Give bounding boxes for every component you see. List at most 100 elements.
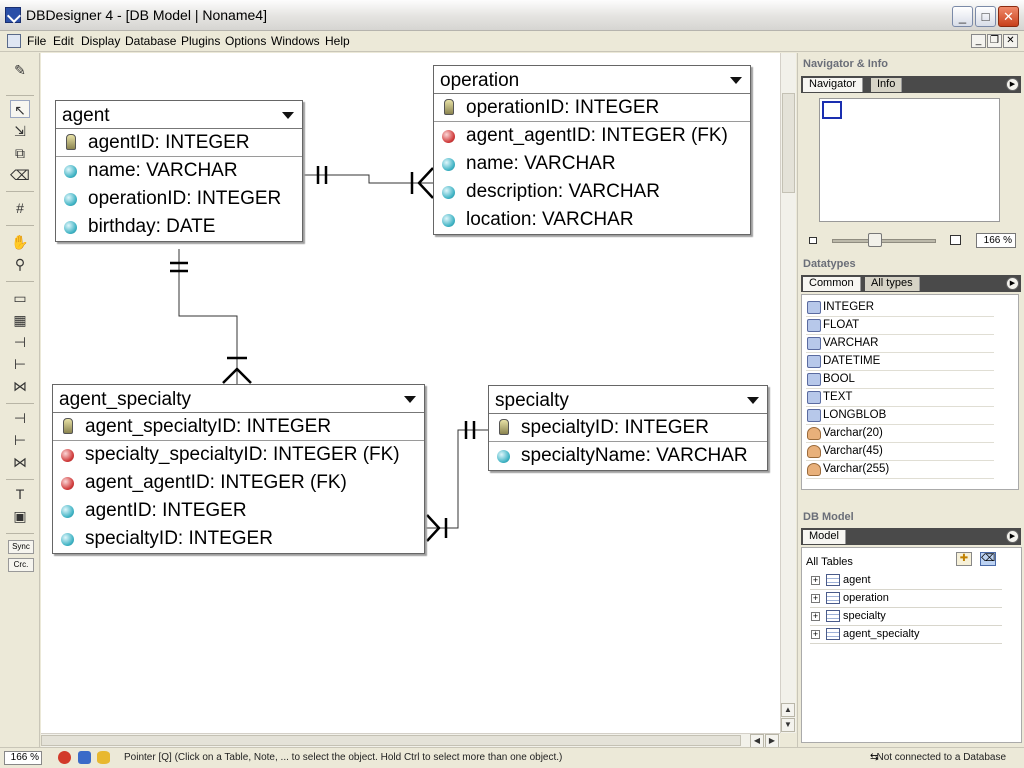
scroll-right-arrow-icon[interactable]: ▶ xyxy=(765,734,779,748)
column-row[interactable]: agent_agentID: INTEGER (FK) xyxy=(53,469,424,497)
app-icon[interactable] xyxy=(5,7,21,23)
dropdown-arrow-icon[interactable] xyxy=(730,77,742,84)
datatype-item[interactable]: VARCHAR xyxy=(806,335,994,353)
relation-nm-tool-icon[interactable]: ⋈ xyxy=(10,377,30,395)
relation-a-tool-icon[interactable]: ⊣ xyxy=(10,409,30,427)
datatype-item[interactable]: Varchar(255) xyxy=(806,461,994,479)
stop-icon[interactable] xyxy=(58,751,71,764)
table-agent-specialty[interactable]: agent_specialty agent_specialtyID: INTEG… xyxy=(52,384,425,554)
column-row[interactable]: name: VARCHAR xyxy=(56,157,302,185)
datatype-item[interactable]: LONGBLOB xyxy=(806,407,994,425)
tab-info[interactable]: Info xyxy=(871,78,903,92)
zoom-slider-track[interactable] xyxy=(832,239,936,243)
save-icon[interactable] xyxy=(78,751,91,764)
tab-all-types[interactable]: All types xyxy=(865,277,920,291)
zoom-slider-handle[interactable] xyxy=(868,233,882,247)
navigator-viewport[interactable] xyxy=(822,101,842,119)
pointer-tool-icon[interactable]: ↖ xyxy=(10,100,30,118)
new-table-tool-icon[interactable]: ▭ xyxy=(10,289,30,307)
column-row[interactable]: description: VARCHAR xyxy=(434,178,750,206)
tree-item-agent-specialty[interactable]: + agent_specialty xyxy=(810,626,1002,644)
wand-icon[interactable]: ✎ xyxy=(10,61,30,79)
expand-icon[interactable]: + xyxy=(811,630,820,639)
table-tool-icon[interactable]: ▦ xyxy=(10,311,30,329)
zoom-field[interactable]: 166 % xyxy=(976,233,1016,248)
column-row[interactable]: specialty_specialtyID: INTEGER (FK) xyxy=(53,441,424,469)
dropdown-arrow-icon[interactable] xyxy=(282,112,294,119)
datatype-item[interactable]: DATETIME xyxy=(806,353,994,371)
column-row[interactable]: specialtyName: VARCHAR xyxy=(489,442,767,470)
menu-edit[interactable]: Edit xyxy=(53,34,74,48)
relation-1n-tool-icon[interactable]: ⊣ xyxy=(10,333,30,351)
mdi-minimize-button[interactable]: _ xyxy=(971,34,986,48)
menu-display[interactable]: Display xyxy=(81,34,120,48)
menu-options[interactable]: Options xyxy=(225,34,266,48)
relation-c-tool-icon[interactable]: ⋈ xyxy=(10,453,30,471)
zoom-tool-icon[interactable]: ⚲ xyxy=(10,255,30,273)
table-header[interactable]: agent_specialty xyxy=(53,385,424,413)
resize-tool-icon[interactable]: ⧉ xyxy=(10,144,30,162)
column-row[interactable]: birthday: DATE xyxy=(56,213,302,241)
relation-b-tool-icon[interactable]: ⊢ xyxy=(10,431,30,449)
eraser-tool-icon[interactable]: ⌫ xyxy=(10,166,30,184)
move-tool-icon[interactable]: ⇲ xyxy=(10,122,30,140)
database-icon[interactable] xyxy=(97,751,110,764)
column-row[interactable]: agent_agentID: INTEGER (FK) xyxy=(434,122,750,150)
maximize-button[interactable]: □ xyxy=(975,6,996,27)
datatype-item[interactable]: INTEGER xyxy=(806,299,994,317)
menu-plugins[interactable]: Plugins xyxy=(181,34,220,48)
table-header[interactable]: specialty xyxy=(489,386,767,414)
column-row[interactable]: operationID: INTEGER xyxy=(434,94,750,122)
column-row[interactable]: specialtyID: INTEGER xyxy=(489,414,767,442)
table-header[interactable]: agent xyxy=(56,101,302,129)
mdi-restore-button[interactable]: ❐ xyxy=(987,34,1002,48)
tab-model[interactable]: Model xyxy=(803,530,846,544)
scroll-down-arrow-icon[interactable]: ▼ xyxy=(781,718,795,732)
minimize-button[interactable]: _ xyxy=(952,6,973,27)
datatype-item[interactable]: TEXT xyxy=(806,389,994,407)
table-specialty[interactable]: specialty specialtyID: INTEGER specialty… xyxy=(488,385,768,471)
expand-icon[interactable]: + xyxy=(811,594,820,603)
new-table-icon[interactable]: ✚ xyxy=(956,552,972,566)
menu-windows[interactable]: Windows xyxy=(271,34,320,48)
column-row[interactable]: specialtyID: INTEGER xyxy=(53,525,424,553)
document-icon[interactable] xyxy=(7,34,21,48)
note-tool-icon[interactable]: T xyxy=(10,485,30,503)
menu-file[interactable]: File xyxy=(27,34,46,48)
menu-database[interactable]: Database xyxy=(125,34,176,48)
horizontal-scroll-thumb[interactable] xyxy=(41,735,741,746)
datatype-item[interactable]: FLOAT xyxy=(806,317,994,335)
expand-icon[interactable]: + xyxy=(811,576,820,585)
menu-help[interactable]: Help xyxy=(325,34,350,48)
vertical-scroll-thumb[interactable] xyxy=(782,93,795,193)
table-agent[interactable]: agent agentID: INTEGER name: VARCHAR ope… xyxy=(55,100,303,242)
datatype-item[interactable]: BOOL xyxy=(806,371,994,389)
datatype-item[interactable]: Varchar(20) xyxy=(806,425,994,443)
navigator-preview[interactable] xyxy=(819,98,1000,222)
dropdown-arrow-icon[interactable] xyxy=(404,396,416,403)
tree-item-agent[interactable]: + agent xyxy=(810,572,1002,590)
mdi-close-button[interactable]: ✕ xyxy=(1003,34,1018,48)
model-canvas[interactable]: agent agentID: INTEGER name: VARCHAR ope… xyxy=(41,53,780,733)
vertical-scrollbar[interactable]: ▲ ▼ xyxy=(780,53,796,733)
close-button[interactable]: ✕ xyxy=(998,6,1019,27)
tab-scroll-arrow-icon[interactable]: ▶ xyxy=(1006,277,1019,290)
status-zoom[interactable]: 166 % xyxy=(4,751,42,765)
column-row[interactable]: agentID: INTEGER xyxy=(53,497,424,525)
scroll-up-arrow-icon[interactable]: ▲ xyxy=(781,703,795,717)
column-row[interactable]: agent_specialtyID: INTEGER xyxy=(53,413,424,441)
tab-navigator[interactable]: Navigator xyxy=(803,78,864,92)
expand-icon[interactable]: + xyxy=(811,612,820,621)
column-row[interactable]: agentID: INTEGER xyxy=(56,129,302,157)
grid-tool-icon[interactable]: # xyxy=(10,199,30,217)
tab-common[interactable]: Common xyxy=(803,277,861,291)
datatype-item[interactable]: Varchar(45) xyxy=(806,443,994,461)
column-row[interactable]: location: VARCHAR xyxy=(434,206,750,234)
scroll-left-arrow-icon[interactable]: ◀ xyxy=(750,734,764,748)
image-tool-icon[interactable]: ▣ xyxy=(10,507,30,525)
table-operation[interactable]: operation operationID: INTEGER agent_age… xyxy=(433,65,751,235)
sync-button[interactable]: Sync xyxy=(8,540,34,554)
zoom-in-icon[interactable] xyxy=(950,235,961,245)
tab-scroll-arrow-icon[interactable]: ▶ xyxy=(1006,78,1019,91)
horizontal-scrollbar[interactable]: ◀ ▶ xyxy=(41,733,780,748)
